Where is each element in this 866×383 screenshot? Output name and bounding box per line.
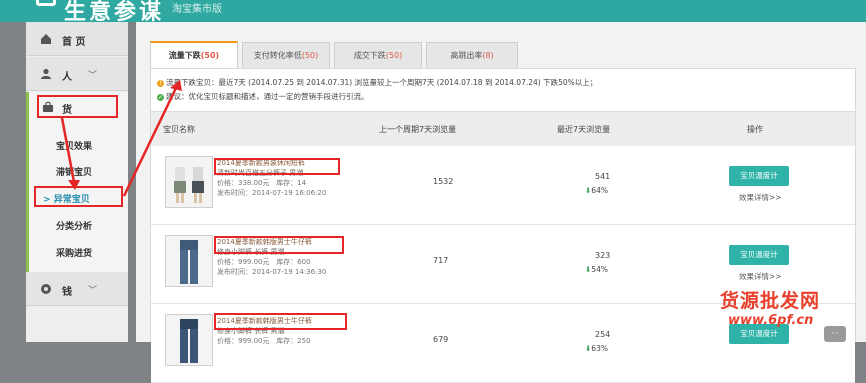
change-percent: 63% xyxy=(591,344,608,353)
chat-icon[interactable]: ··· xyxy=(824,326,846,342)
arrow-to-tab xyxy=(122,87,178,197)
views-change: ⬇63% xyxy=(585,344,608,353)
watermark-url: www.6pf.cn xyxy=(728,313,814,328)
arrow-to-abnormal xyxy=(60,117,76,183)
arrow-head xyxy=(68,180,80,190)
watermark-text: 货源批发网 xyxy=(720,290,821,312)
arrow-head xyxy=(170,80,182,91)
